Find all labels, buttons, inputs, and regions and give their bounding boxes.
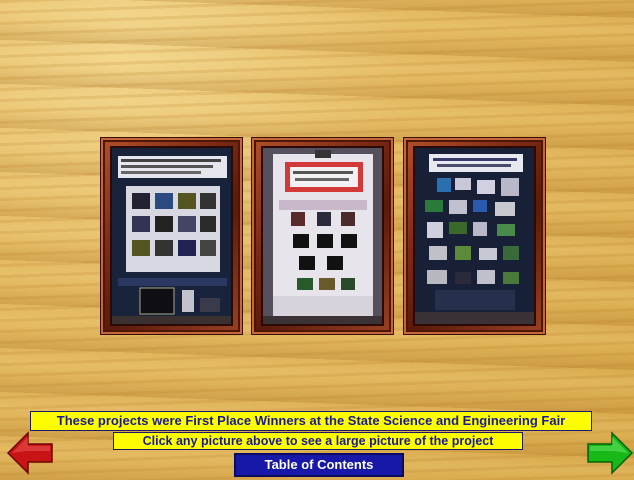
board-3-illustration: [415, 148, 534, 324]
instruction-banner: Click any picture above to see a large p…: [113, 432, 523, 450]
project-photo-1[interactable]: [100, 137, 243, 335]
science-fair-board-image: [261, 146, 384, 326]
project-photo-2[interactable]: [251, 137, 394, 335]
project-photo-3[interactable]: [403, 137, 546, 335]
science-fair-board-image: [110, 146, 233, 326]
green-right-arrow-icon: [587, 431, 634, 475]
science-fair-board-image: [413, 146, 536, 326]
forward-arrow-button[interactable]: [584, 431, 634, 475]
headline-banner: These projects were First Place Winners …: [30, 411, 592, 431]
board-2-illustration: [263, 148, 382, 324]
back-arrow-button[interactable]: [6, 431, 56, 475]
board-1-illustration: [112, 148, 231, 324]
red-left-arrow-icon: [6, 431, 53, 475]
table-of-contents-button[interactable]: Table of Contents: [234, 453, 404, 477]
